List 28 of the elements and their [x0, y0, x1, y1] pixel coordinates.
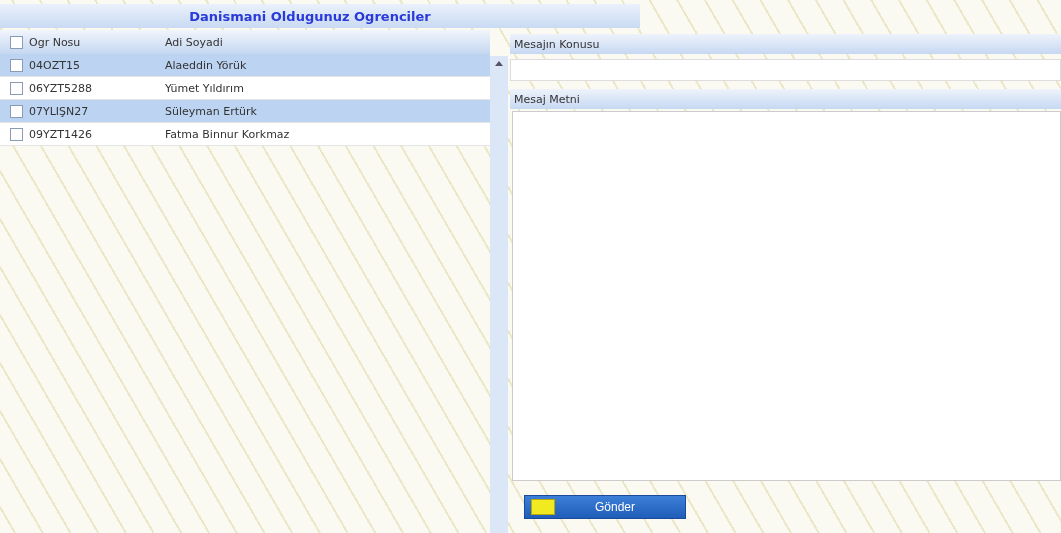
table-cell-text: Alaeddin Yörük	[165, 58, 248, 72]
table-row[interactable]: 04OZT15 Alaeddin Yörük	[0, 54, 490, 77]
table-row[interactable]: 09YZT1426 Fatma Binnur Korkmaz	[0, 123, 490, 146]
column-header[interactable]: Ogr Nosu	[29, 35, 165, 49]
table-row[interactable]: 07YLIŞN27 Süleyman Ertürk	[0, 100, 490, 123]
message-field[interactable]	[512, 111, 1061, 481]
table-cell-text: 04OZT15	[29, 58, 81, 72]
scroll-up-icon[interactable]	[495, 61, 503, 66]
scrollbar[interactable]	[490, 56, 508, 533]
panel-title: Danismani Oldugunuz Ogrenciler	[189, 8, 431, 24]
table-cell-text: 06YZT5288	[29, 81, 93, 95]
checkbox[interactable]	[10, 127, 23, 141]
checkbox[interactable]	[10, 58, 23, 72]
field-label: Mesajın Konusu	[514, 37, 600, 51]
checkbox[interactable]	[10, 35, 23, 49]
subject-field[interactable]	[510, 59, 1061, 81]
table-row[interactable]: 06YZT5288 Yümet Yıldırım	[0, 77, 490, 100]
table-cell-text: Süleyman Ertürk	[165, 104, 258, 118]
column-header[interactable]: Adi Soyadi	[165, 35, 490, 49]
table-cell-text: 09YZT1426	[29, 127, 93, 141]
send-button[interactable]: Gönder	[524, 495, 686, 519]
checkbox[interactable]	[10, 104, 23, 118]
field-label: Mesaj Metni	[514, 92, 580, 106]
table-cell-text: Yümet Yıldırım	[165, 81, 245, 95]
checkbox[interactable]	[10, 81, 23, 95]
envelope-icon	[531, 499, 555, 515]
table-cell-text: 07YLIŞN27	[29, 104, 90, 118]
table-cell-text: Fatma Binnur Korkmaz	[165, 127, 291, 141]
